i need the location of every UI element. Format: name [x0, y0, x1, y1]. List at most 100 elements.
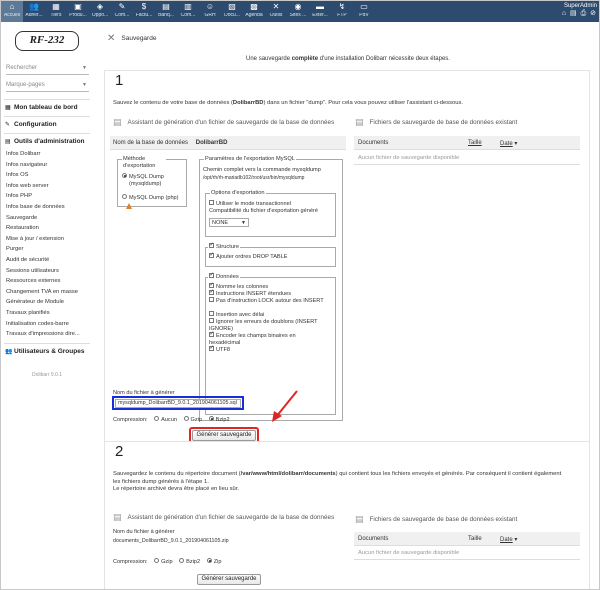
step2-col-size[interactable]: Taille	[468, 536, 482, 542]
checkbox-structure[interactable]	[209, 242, 214, 248]
comp-bzip2-option[interactable]: Bzip2	[208, 416, 230, 423]
step2-filename-input[interactable]: documents_DolibarrBD_9.0.1_201904061105.…	[113, 538, 229, 545]
step2-desc-post: ) qui contient tous les fichiers envoyés…	[335, 471, 562, 477]
checkbox-hex-binary[interactable]	[209, 331, 214, 338]
col-names-option[interactable]: Nomme les colonnes	[209, 282, 268, 291]
compat-select[interactable]: NONE ▼	[209, 218, 249, 227]
company-logo[interactable]: RF-232	[15, 31, 79, 51]
sidebar-subitem[interactable]: Infos PHP	[6, 193, 32, 199]
sidebar-item-admin-tools[interactable]: ▤ Outils d'administration	[5, 138, 85, 145]
col-date[interactable]: Date ▾	[500, 140, 517, 147]
top-menu-item[interactable]: ☺ GRH	[199, 1, 221, 22]
sidebar-subitem[interactable]: Infos web server	[6, 183, 49, 189]
checkbox-extended-insert[interactable]	[209, 289, 214, 296]
radio-comp-gzip[interactable]	[183, 416, 189, 422]
top-menu-item[interactable]: $ Factu...	[133, 1, 155, 22]
step2-comp-bzip2-option[interactable]: Bzip2	[179, 558, 200, 565]
sidebar-subitem[interactable]: Sauvegarde	[6, 215, 37, 221]
top-menu-item[interactable]: ▣ Produ...	[67, 1, 89, 22]
comp-gzip-option[interactable]: Gzip	[183, 416, 203, 423]
step2-comp-zip-option[interactable]: Zip	[206, 558, 222, 565]
checkbox-transactional[interactable]	[209, 200, 214, 206]
checkbox-data[interactable]	[209, 272, 214, 278]
checkbox-delayed-insert[interactable]	[209, 311, 214, 317]
top-menu-item[interactable]: ⌂ Accueil	[1, 1, 23, 22]
extended-insert-option[interactable]: Instructions INSERT étendues	[209, 289, 291, 298]
sidebar-subitem[interactable]: Travaux planifiés	[6, 310, 50, 316]
sidebar-subitem[interactable]: Initialisation codes-barre	[6, 321, 69, 327]
checkbox-drop-table[interactable]	[209, 252, 214, 259]
radio-comp-bzip2[interactable]	[208, 416, 214, 422]
sidebar-subitem[interactable]: Infos OS	[6, 172, 29, 178]
sidebar-subitem[interactable]: Restauration	[6, 225, 39, 231]
radio-comp-none[interactable]	[154, 416, 160, 422]
radio-mysqldump[interactable]	[122, 173, 127, 179]
top-menu-item[interactable]: ✎ Com...	[111, 1, 133, 22]
top-menu-item[interactable]: ▩ Agenda	[243, 1, 265, 22]
bookmarks-select[interactable]: Marque-pages ▼	[6, 82, 89, 92]
user-box[interactable]: SuperAdmin ⌂ ▤ ⎙ ⊘	[562, 3, 597, 18]
method-php-option[interactable]: MySQL Dump (php)	[122, 194, 179, 202]
top-menu-item[interactable]: ✕ Outils	[265, 1, 287, 22]
checkbox-col-names[interactable]	[209, 282, 214, 289]
top-menu-item[interactable]: ▦ Tiers	[45, 1, 67, 22]
user-tool-icons[interactable]: ⌂ ▤ ⎙ ⊘	[562, 9, 597, 18]
radio-php[interactable]	[122, 194, 127, 200]
no-lock-option[interactable]: Pas d'instruction LOCK autour des INSERT	[209, 297, 327, 305]
sidebar-subitem[interactable]: Infos base de données	[6, 204, 65, 210]
delayed-insert-option[interactable]: Insertion avec délai	[209, 311, 264, 319]
fullpath-value[interactable]: /opt/rh/rh-mariadb102/root/usr/bin/mysql…	[203, 175, 304, 182]
step2-col-documents: Documents	[358, 536, 389, 542]
top-menu-item[interactable]: ▧ Docu...	[221, 1, 243, 22]
col-size[interactable]: Taille	[468, 140, 482, 146]
step2-assistant-title: Assistant de génération d'un fichier de …	[127, 514, 335, 522]
checkbox-ignore-errors[interactable]	[209, 318, 214, 324]
sidebar-subitem[interactable]: Audit de sécurité	[6, 257, 49, 263]
transactional-option[interactable]: Utiliser le mode transactionnel	[209, 200, 291, 208]
comp-gzip-label: Gzip	[190, 417, 203, 423]
structure-option[interactable]: Structure	[208, 242, 241, 250]
sidebar-item-users-groups[interactable]: 👥 Utilisateurs & Groupes	[5, 348, 84, 355]
sidebar-item-dashboard[interactable]: ▦ Mon tableau de bord	[5, 104, 78, 111]
sidebar-subitem[interactable]: Infos navigateur	[6, 162, 47, 168]
step2-generate-backup-button[interactable]: Générer sauvegarde	[197, 574, 261, 585]
search-select[interactable]: Rechercher ▼	[6, 65, 89, 75]
top-menu-item[interactable]: ◉ Sites ...	[287, 1, 309, 22]
sidebar-subitem[interactable]: Infos Dolibarr	[6, 151, 40, 157]
ignore-errors-option[interactable]: Ignorer les erreurs de doublons (INSERT …	[209, 318, 327, 332]
radio-step2-zip[interactable]	[206, 558, 212, 564]
sidebar-subitem[interactable]: Ressources externes	[6, 278, 60, 284]
top-menu-item[interactable]: ▭ PdV	[353, 1, 375, 22]
sidebar-subitem[interactable]: Sessions utilisateurs	[6, 268, 59, 274]
top-menu-item[interactable]: ◈ Oppo...	[89, 1, 111, 22]
checkbox-no-lock[interactable]	[209, 297, 214, 303]
radio-step2-bzip2[interactable]	[179, 558, 185, 564]
data-option[interactable]: Données	[208, 272, 240, 280]
sidebar-subitem[interactable]: Travaux d'impressions dire...	[6, 331, 80, 337]
step2-comp-gzip-option[interactable]: Gzip	[154, 558, 173, 565]
drop-table-option[interactable]: Ajouter ordres DROP TABLE	[209, 252, 288, 261]
sidebar-subitem[interactable]: Générateur de Module	[6, 299, 64, 305]
comp-none-option[interactable]: Aucun	[154, 416, 177, 423]
sidebar-subitem[interactable]: Purger	[6, 246, 23, 252]
sidebar-subitem[interactable]: Changement TVA en masse	[6, 289, 78, 295]
sidebar-subitem[interactable]: Mise à jour / extension	[6, 236, 64, 242]
top-menu-item[interactable]: ▥ Com...	[177, 1, 199, 22]
step2-col-date[interactable]: Date ▾	[500, 536, 517, 543]
home-icon: ⌂	[9, 2, 15, 11]
hex-binary-option[interactable]: Encoder les champs binaires en hexadécim…	[209, 331, 327, 346]
top-menu-item[interactable]: ↯ FTP	[331, 1, 353, 22]
method-mysqldump-option[interactable]: MySQL Dump (mysqldump)	[122, 173, 179, 187]
database-icon: ▤	[355, 117, 364, 127]
sidebar-item-configuration[interactable]: ✎ Configuration	[5, 121, 57, 128]
radio-step2-gzip[interactable]	[154, 558, 160, 564]
accounting-icon: ▥	[184, 2, 192, 11]
sidebar-divider	[4, 116, 90, 117]
top-menu-item[interactable]: ▬ Exter...	[309, 1, 331, 22]
top-menu-item[interactable]: ▤ Banq...	[155, 1, 177, 22]
top-menu-item[interactable]: 👥 Adhér...	[23, 1, 45, 22]
top-menu-item-label: PdV	[359, 13, 369, 18]
utf8-option[interactable]: UTF8	[209, 345, 230, 354]
checkbox-utf8[interactable]	[209, 345, 214, 352]
step2-comp-gzip-label: Gzip	[161, 559, 173, 565]
